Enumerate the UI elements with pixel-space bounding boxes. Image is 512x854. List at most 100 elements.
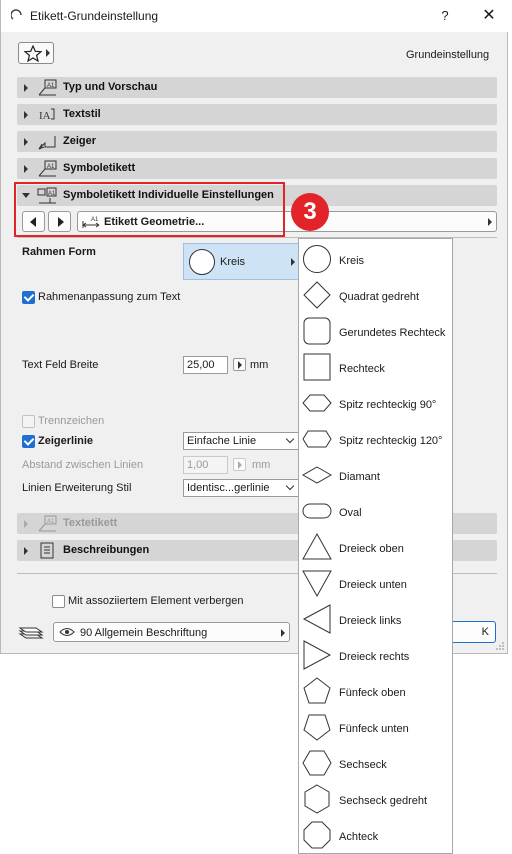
menu-item-triangle-down[interactable]: Dreieck unten: [299, 565, 452, 601]
title-bar: Etikett-Grundeinstellung ? ✕: [1, 0, 509, 32]
menu-item-rounded-rectangle[interactable]: Gerundetes Rechteck: [299, 313, 452, 349]
panel-symbol-label[interactable]: A1 Symboletikett: [17, 158, 497, 179]
hide-with-element-checkbox[interactable]: [52, 595, 65, 608]
layer-value: 90 Allgemein Beschriftung: [80, 627, 208, 639]
menu-item-circle[interactable]: Kreis: [299, 241, 452, 277]
eye-icon: [59, 628, 75, 636]
callout-badge: 3: [291, 193, 329, 231]
layer-select[interactable]: 90 Allgemein Beschriftung: [53, 622, 290, 642]
leader-line-select[interactable]: Einfache Linie: [183, 432, 299, 450]
expand-arrow-icon: [24, 138, 28, 146]
menu-item-octagon[interactable]: Achteck: [299, 817, 452, 853]
shape-popup-menu: Kreis Quadrat gedreht Gerundetes Rechtec…: [298, 238, 453, 854]
menu-item-pentagon-down[interactable]: Fünfeck unten: [299, 709, 452, 745]
menu-item-pointed-rect-90[interactable]: Spitz rechteckig 90°: [299, 385, 452, 421]
menu-item-label: Dreieck unten: [339, 579, 407, 591]
diamond-icon: [302, 466, 332, 484]
menu-item-label: Dreieck links: [339, 615, 402, 627]
line-spacing-input[interactable]: 1,00: [183, 456, 228, 474]
line-extension-select[interactable]: Identisc...gerlinie: [183, 479, 299, 497]
rotated-square-icon: [303, 281, 331, 309]
menu-item-label: Diamant: [339, 471, 380, 483]
panel-type-preview[interactable]: A1 Typ und Vorschau: [17, 77, 497, 98]
preset-label: Grundeinstellung: [406, 49, 490, 61]
pentagon-up-icon: [303, 677, 331, 704]
triangle-left-icon: [302, 604, 331, 634]
chevron-down-icon: [285, 434, 295, 444]
line-spacing-arrow-icon[interactable]: [233, 458, 246, 471]
separator-checkbox[interactable]: [22, 415, 35, 428]
menu-item-rotated-square[interactable]: Quadrat gedreht: [299, 277, 452, 313]
hexagon-rotated-icon: [304, 784, 330, 814]
menu-item-label: Rechteck: [339, 363, 385, 375]
line-spacing-value: 1,00: [187, 459, 209, 471]
help-button[interactable]: ?: [435, 7, 455, 25]
frame-fit-label: Rahmenanpassung zum Text: [38, 291, 181, 303]
rectangle-icon: [303, 353, 331, 381]
type-preview-icon: A1: [38, 79, 57, 96]
menu-item-label: Quadrat gedreht: [339, 291, 420, 303]
menu-item-label: Sechseck: [339, 759, 387, 771]
svg-text:A1: A1: [47, 83, 55, 89]
menu-item-hexagon[interactable]: Sechseck: [299, 745, 452, 781]
text-field-width-arrow-icon[interactable]: [233, 358, 246, 371]
panel-label: Zeiger: [63, 135, 97, 147]
menu-item-label: Oval: [339, 507, 362, 519]
menu-item-label: Dreieck rechts: [339, 651, 410, 663]
menu-item-label: Gerundetes Rechteck: [339, 327, 446, 339]
menu-item-label: Sechseck gedreht: [339, 795, 428, 807]
menu-item-triangle-left[interactable]: Dreieck links: [299, 601, 452, 637]
text-field-width-label: Text Feld Breite: [22, 359, 99, 371]
text-field-width-input[interactable]: 25,00: [183, 356, 228, 374]
panel-label: Typ und Vorschau: [63, 81, 158, 93]
menu-item-label: Dreieck oben: [339, 543, 404, 555]
svg-text:A1: A1: [47, 519, 55, 525]
frame-fit-checkbox[interactable]: [22, 291, 35, 304]
menu-item-label: Fünfeck unten: [339, 723, 409, 735]
favorites-button[interactable]: [18, 42, 54, 64]
frame-shape-value: Kreis: [220, 256, 246, 268]
layer-icon: [18, 627, 44, 639]
panel-text-style[interactable]: IA Textstil: [17, 104, 497, 125]
favorites-arrow-icon: [46, 49, 50, 57]
text-field-width-value: 25,00: [187, 359, 215, 371]
pentagon-down-icon: [303, 714, 331, 741]
menu-item-pentagon-up[interactable]: Fünfeck oben: [299, 673, 452, 709]
line-spacing-unit: mm: [252, 459, 271, 471]
leader-line-label: Zeigerlinie: [38, 435, 94, 447]
frame-shape-label: Rahmen Form: [22, 246, 96, 258]
menu-item-label: Fünfeck oben: [339, 687, 406, 699]
menu-item-triangle-right[interactable]: Dreieck rechts: [299, 637, 452, 673]
resize-grip-icon[interactable]: [495, 641, 505, 651]
triangle-up-icon: [302, 532, 332, 560]
leader-line-value: Einfache Linie: [187, 435, 257, 447]
panel-label: Beschreibungen: [63, 544, 150, 556]
ok-label: K: [481, 626, 489, 638]
expand-arrow-icon: [24, 165, 28, 173]
text-style-icon: IA: [39, 108, 55, 122]
frame-shape-button[interactable]: Kreis: [183, 243, 300, 280]
triangle-right-icon: [303, 640, 332, 670]
menu-item-hexagon-rotated[interactable]: Sechseck gedreht: [299, 781, 452, 817]
menu-item-rectangle[interactable]: Rechteck: [299, 349, 452, 385]
window-title: Etikett-Grundeinstellung: [30, 9, 159, 23]
symbol-label-icon: A1: [38, 160, 57, 177]
octagon-icon: [303, 821, 331, 849]
close-button[interactable]: ✕: [479, 7, 499, 25]
svg-text:IA: IA: [39, 110, 51, 122]
circle-shape-icon: [189, 249, 215, 275]
text-field-width-unit: mm: [250, 359, 269, 371]
leader-line-checkbox[interactable]: [22, 435, 35, 448]
menu-item-diamond[interactable]: Diamant: [299, 457, 452, 493]
app-icon: [11, 9, 22, 20]
menu-item-triangle-up[interactable]: Dreieck oben: [299, 529, 452, 565]
description-icon: [40, 542, 54, 559]
menu-item-oval[interactable]: Oval: [299, 493, 452, 529]
panel-pointer[interactable]: Zeiger: [17, 131, 497, 152]
menu-item-pointed-rect-120[interactable]: Spitz rechteckig 120°: [299, 421, 452, 457]
chevron-down-icon: [285, 481, 295, 491]
triangle-down-icon: [302, 570, 332, 598]
separator-label: Trennzeichen: [38, 415, 105, 427]
callout-highlight: [14, 182, 285, 237]
menu-item-label: Kreis: [339, 255, 365, 267]
